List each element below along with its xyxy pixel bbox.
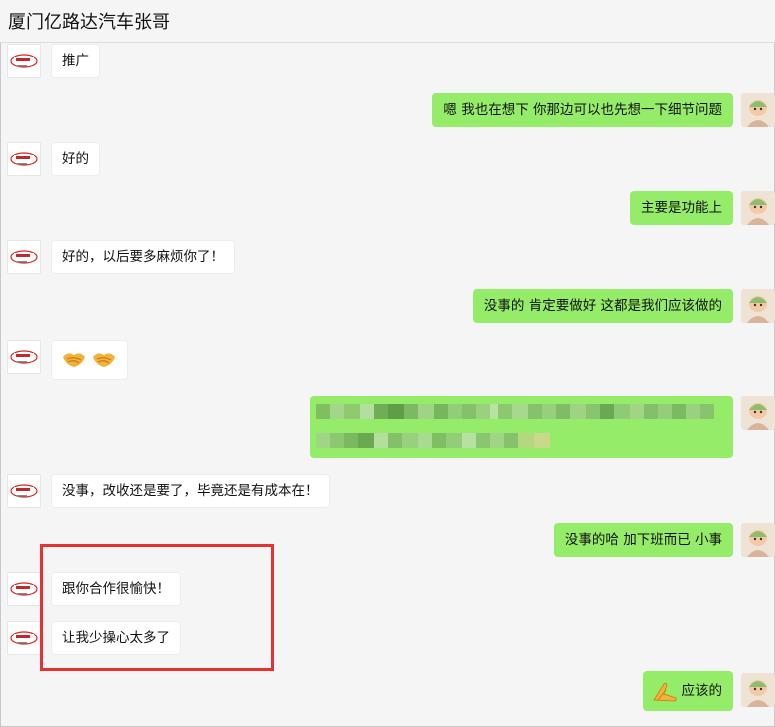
redacted-line [316, 433, 550, 448]
baby-avatar-icon [741, 289, 775, 323]
my-avatar[interactable] [741, 673, 775, 707]
redacted-line [316, 404, 714, 419]
my-avatar[interactable] [741, 523, 775, 557]
contact-avatar[interactable] [7, 340, 41, 374]
contact-avatar[interactable] [7, 142, 41, 176]
contact-avatar[interactable] [7, 44, 41, 78]
message-bubble[interactable]: 没事，改收还是要了，毕竟还是有成本在！ [51, 474, 330, 508]
message-bubble[interactable]: 嗯 我也在想下 你那边可以也先想一下细节问题 [432, 93, 733, 127]
company-logo-icon [10, 484, 38, 498]
chat-title: 厦门亿路达汽车张哥 [8, 12, 170, 33]
contact-avatar[interactable] [7, 621, 41, 655]
company-logo-icon [10, 250, 38, 264]
message-bubble[interactable]: 推广 [51, 44, 100, 78]
message-text: 应该的 [681, 683, 723, 699]
company-logo-icon [10, 582, 38, 596]
message-bubble[interactable]: 没事的 肯定要做好 这都是我们应该做的 [472, 289, 733, 323]
company-logo-icon [10, 631, 38, 645]
company-logo-icon [10, 54, 38, 68]
redacted-message-bubble[interactable] [310, 396, 733, 458]
company-logo-icon [10, 350, 38, 364]
message-bubble[interactable]: 好的，以后要多麻烦你了！ [51, 240, 235, 274]
my-avatar[interactable] [741, 191, 775, 225]
message-bubble[interactable]: 好的 [51, 142, 100, 176]
palms-together-emoji [652, 682, 677, 702]
message-bubble[interactable]: 主要是功能上 [630, 191, 733, 225]
chat-header: 厦门亿路达汽车张哥 [0, 0, 775, 43]
baby-avatar-icon [741, 673, 775, 707]
contact-avatar[interactable] [7, 240, 41, 274]
baby-avatar-icon [741, 191, 775, 225]
my-avatar[interactable] [741, 289, 775, 323]
my-avatar[interactable] [741, 93, 775, 127]
handshake-emoji [93, 353, 115, 367]
baby-avatar-icon [741, 523, 775, 557]
company-logo-icon [10, 152, 38, 166]
contact-avatar[interactable] [7, 572, 41, 606]
highlight-box [40, 544, 274, 671]
baby-avatar-icon [741, 93, 775, 127]
emoji-message-bubble[interactable] [51, 340, 128, 380]
message-bubble[interactable]: 没事的哈 加下班而已 小事 [553, 523, 733, 557]
handshake-emoji [63, 353, 85, 367]
my-avatar[interactable] [741, 396, 775, 430]
message-bubble[interactable]: 应该的 [642, 671, 733, 711]
baby-avatar-icon [741, 396, 775, 430]
contact-avatar[interactable] [7, 474, 41, 508]
